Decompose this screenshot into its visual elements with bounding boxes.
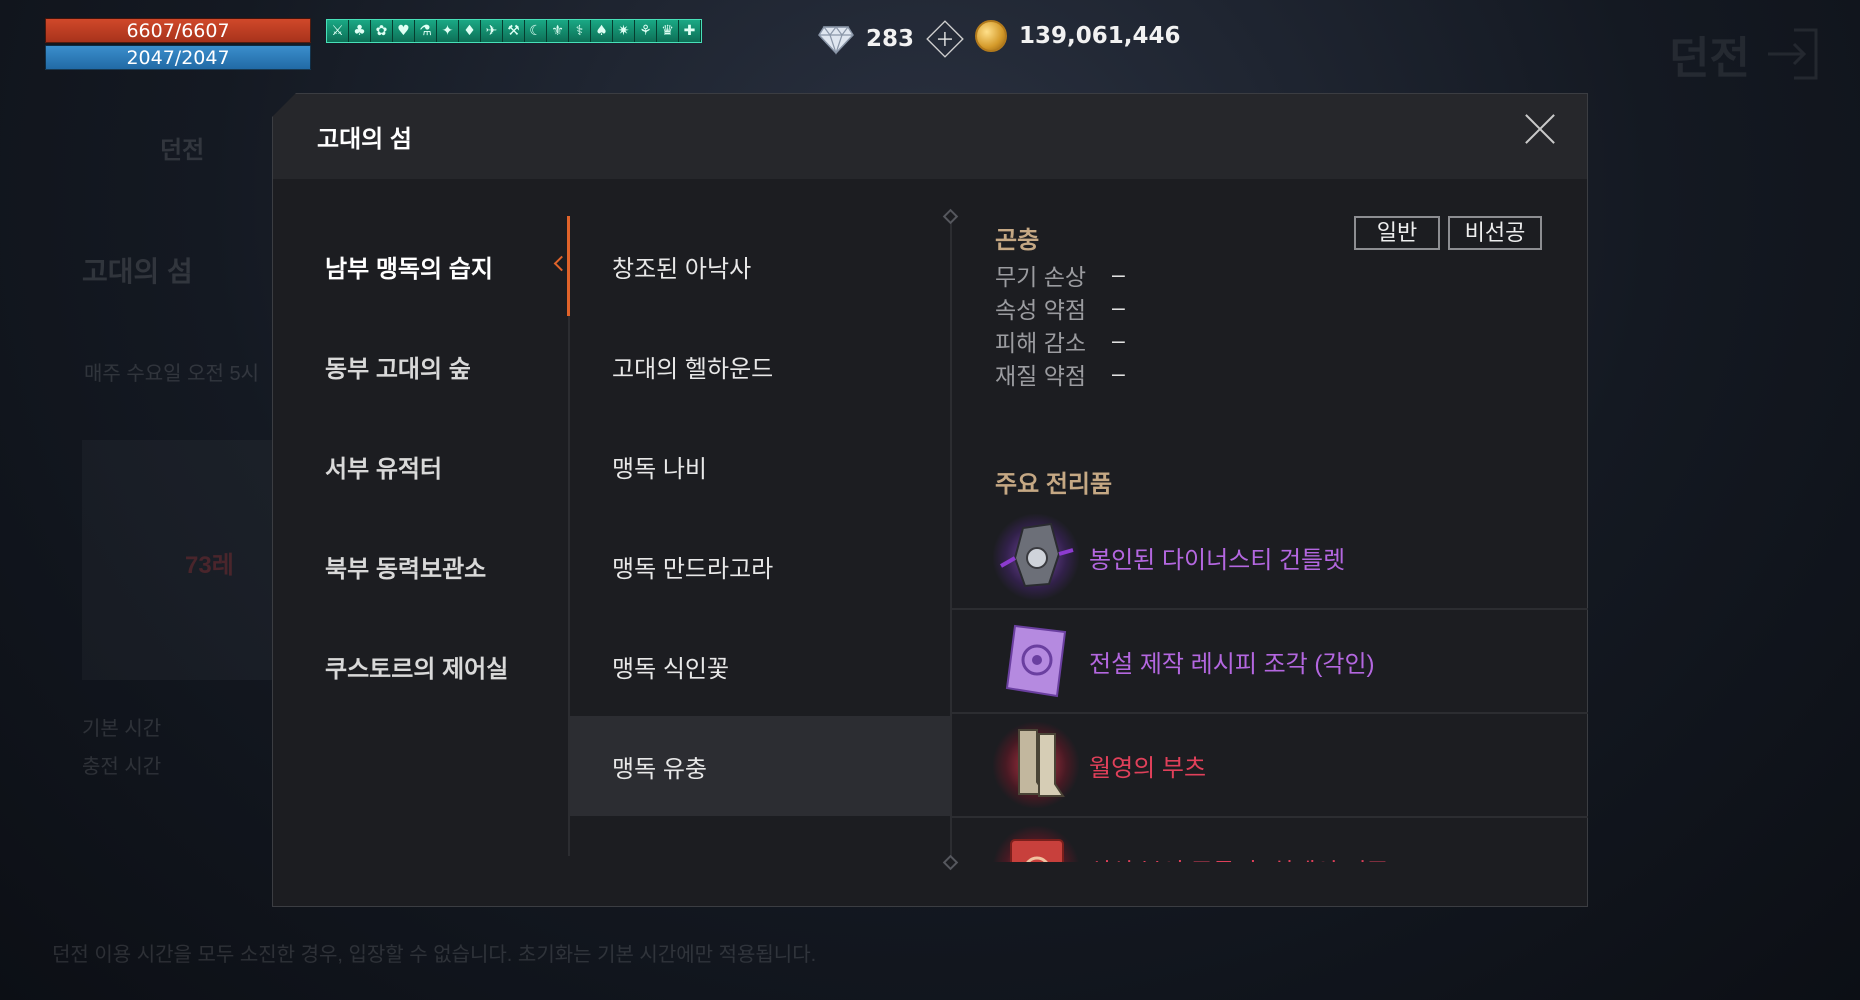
scroll-icon (993, 826, 1079, 862)
buff-icon[interactable]: ⚕ (569, 20, 591, 42)
loot-item[interactable]: 월영의 부츠 (951, 714, 1588, 818)
stat-label: 피해 감소 (995, 329, 1087, 356)
stat-value: – (1112, 327, 1125, 353)
region-item[interactable]: 쿠스토르의 제어실 (273, 616, 569, 716)
buff-icon[interactable]: ✈ (481, 20, 503, 42)
gauntlet-icon (993, 514, 1079, 600)
region-item[interactable]: 북부 동력보관소 (273, 516, 569, 616)
exit-dungeon-button[interactable]: 던전 (1669, 22, 1820, 86)
bg-level-requirement: 73레 (185, 552, 234, 579)
non-aggressive-button[interactable]: 비선공 (1448, 216, 1542, 250)
buff-icon[interactable]: ⚒ (503, 20, 525, 42)
mp-bar: 2047/2047 (45, 45, 311, 70)
bg-dungeon-panel (82, 440, 282, 680)
bg-dungeon-desc: 매주 수요일 오전 5시 (84, 363, 259, 385)
stat-label: 재질 약점 (995, 362, 1087, 389)
buff-icon[interactable]: ✿ (371, 20, 393, 42)
stat-row: 피해 감소 – (995, 324, 1125, 357)
stat-row: 재질 약점 – (995, 357, 1125, 390)
modal-header: 고대의 섬 (273, 94, 1587, 179)
monster-item[interactable]: 맹독 만드라고라 (570, 516, 950, 616)
monster-type: 곤충 (995, 227, 1040, 254)
loot-item-name: 월영의 부츠 (1089, 754, 1207, 782)
stat-row: 속성 약점 – (995, 291, 1125, 324)
mode-toggle: 일반 비선공 (1354, 216, 1542, 250)
loot-item[interactable]: 봉인된 다이너스티 건틀렛 (951, 506, 1588, 610)
region-item[interactable]: 남부 맹독의 습지 (273, 216, 569, 316)
bg-base-time-label: 기본 시간 (82, 718, 162, 740)
buff-icon[interactable]: ♥ (393, 20, 415, 42)
buff-icon[interactable]: ✷ (613, 20, 635, 42)
exit-label: 던전 (1669, 33, 1750, 84)
loot-list[interactable]: 봉인된 다이너스티 건틀렛전설 제작 레시피 조각 (각인) 월영의 부츠신성 부… (951, 506, 1588, 862)
add-gems-plus-icon[interactable] (926, 20, 964, 58)
bg-charge-time-label: 충전 시간 (82, 756, 162, 778)
stat-value: – (1112, 360, 1125, 386)
buff-icon[interactable]: ⚜ (547, 20, 569, 42)
monster-list[interactable]: 창조된 아낙사고대의 헬하운드맹독 나비맹독 만드라고라맹독 식인꽃맹독 유충오… (570, 216, 950, 856)
monster-item[interactable]: 맹독 유충 (570, 716, 950, 816)
stat-value: – (1112, 294, 1125, 320)
modal-title: 고대의 섬 (317, 126, 412, 153)
buff-icon[interactable]: ♣ (349, 20, 371, 42)
gem-count: 283 (866, 26, 915, 52)
buff-icon[interactable]: ♛ (657, 20, 679, 42)
stat-label: 속성 약점 (995, 296, 1087, 323)
buff-icon[interactable]: ✦ (437, 20, 459, 42)
region-item[interactable]: 동부 고대의 숲 (273, 316, 569, 416)
monster-stats: 무기 손상 – 속성 약점 – 피해 감소 – 재질 약점 – (995, 258, 1125, 390)
buff-icon[interactable]: ♠ (591, 20, 613, 42)
hp-bar: 6607/6607 (45, 18, 311, 43)
gold-count: 139,061,446 (1019, 23, 1181, 49)
gold-counter: 139,061,446 (975, 20, 1181, 52)
close-icon[interactable] (1523, 112, 1557, 146)
monster-item[interactable]: 오염된 나비 (570, 816, 950, 857)
buff-icon[interactable]: ✚ (679, 20, 701, 42)
stat-label: 무기 손상 (995, 263, 1087, 290)
buff-icon[interactable]: ⚘ (635, 20, 657, 42)
monster-item[interactable]: 맹독 나비 (570, 416, 950, 516)
buff-icon[interactable]: ⚔ (327, 20, 349, 42)
exit-arrow-icon (1768, 28, 1818, 80)
normal-mode-button[interactable]: 일반 (1354, 216, 1440, 250)
buff-icon[interactable]: ♦ (459, 20, 481, 42)
loot-item[interactable]: 전설 제작 레시피 조각 (각인) (951, 610, 1588, 714)
bg-notice: 던전 이용 시간을 모두 소진한 경우, 입장할 수 없습니다. 초기화는 기본… (52, 944, 817, 966)
gem-counter: 283 (818, 20, 964, 58)
bg-dungeon-tab: 던전 (160, 137, 205, 164)
monster-item[interactable]: 고대의 헬하운드 (570, 316, 950, 416)
monster-item[interactable]: 창조된 아낙사 (570, 216, 950, 316)
loot-item[interactable]: 신성 부여 주문서 (실레인 저주) (951, 818, 1588, 862)
recipe-scroll-icon (993, 618, 1079, 704)
gold-coin-icon (975, 20, 1007, 52)
loot-item-name: 신성 부여 주문서 (실레인 저주) (1089, 852, 1397, 863)
monster-info-modal: 고대의 섬 남부 맹독의 습지 동부 고대의 숲 서부 유적터 북부 동력보관소 쿠스토… (272, 93, 1588, 907)
monster-details: 곤충 일반 비선공 무기 손상 – 속성 약점 – 피해 감소 – 재질 약점 – 주요 전리… (951, 216, 1588, 862)
monster-item[interactable]: 맹독 식인꽃 (570, 616, 950, 716)
stat-row: 무기 손상 – (995, 258, 1125, 291)
loot-item-name: 전설 제작 레시피 조각 (각인) (1089, 650, 1375, 678)
buff-icon[interactable]: ⚗ (415, 20, 437, 42)
region-list: 남부 맹독의 습지 동부 고대의 숲 서부 유적터 북부 동력보관소 쿠스토르의 제어실 (273, 216, 569, 716)
loot-title: 주요 전리품 (995, 471, 1113, 498)
diamond-icon (818, 26, 854, 55)
boots-icon (993, 722, 1079, 808)
loot-item-name: 봉인된 다이너스티 건틀렛 (1089, 546, 1346, 574)
stat-value: – (1112, 261, 1125, 287)
buff-bar: ⚔ ♣ ✿ ♥ ⚗ ✦ ♦ ✈ ⚒ ☾ ⚜ ⚕ ♠ ✷ ⚘ ♛ ✚ (326, 19, 702, 43)
bg-dungeon-title: 고대의 섬 (82, 256, 193, 287)
buff-icon[interactable]: ☾ (525, 20, 547, 42)
region-item[interactable]: 서부 유적터 (273, 416, 569, 516)
